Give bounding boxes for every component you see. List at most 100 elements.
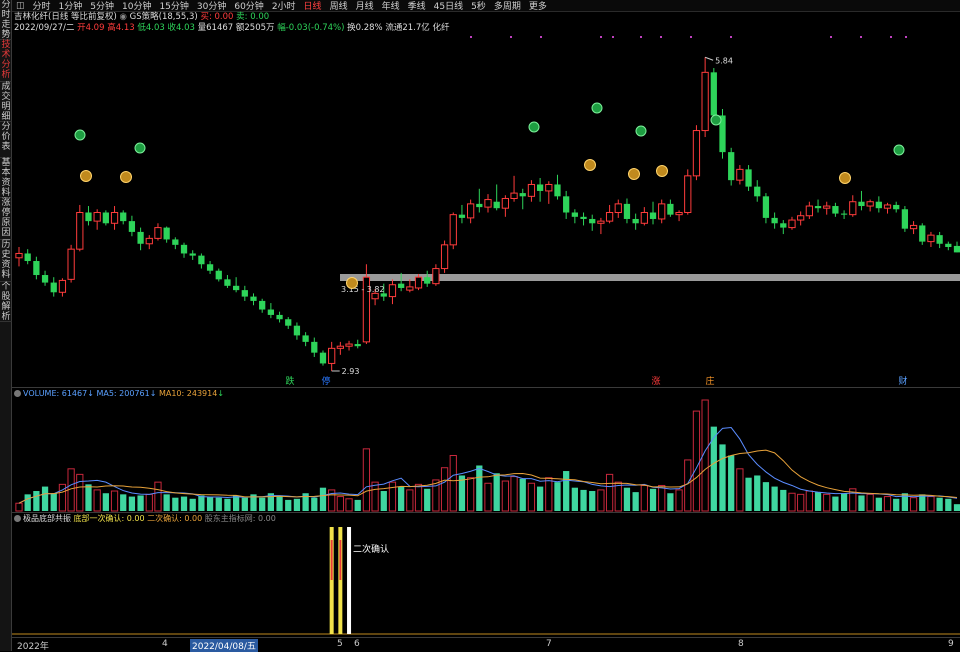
- candle-body: [50, 282, 57, 293]
- period-button[interactable]: 45日线: [430, 0, 467, 12]
- price-header: 吉林化纤(日线 等比前复权) ◉ GS策略(18,55,3) 买: 0.00 卖…: [14, 12, 269, 23]
- candle-body: [614, 203, 622, 213]
- volume-bar: [76, 473, 84, 512]
- volume-bar: [476, 465, 483, 511]
- volume-bar: [545, 477, 553, 512]
- candle-body: [154, 227, 162, 239]
- candle-body: [736, 168, 744, 181]
- candle-body: [623, 203, 631, 219]
- candle-body: [398, 283, 405, 288]
- volume-bar: [945, 498, 952, 511]
- candle-body: [571, 212, 578, 217]
- candle-body: [692, 130, 701, 177]
- candle-body: [883, 204, 892, 209]
- candle-body: [336, 345, 344, 349]
- settings-icon[interactable]: ◉: [120, 12, 127, 22]
- indicator-bar: [347, 527, 352, 634]
- sidebar-tab[interactable]: 成交明细: [0, 82, 12, 122]
- buy-pin-icon: [635, 125, 647, 137]
- period-button[interactable]: 1分钟: [55, 0, 87, 12]
- layout-toggle-icon[interactable]: ◫: [12, 1, 29, 11]
- high-price-label: 5.84: [715, 56, 733, 65]
- candle-body: [476, 203, 483, 208]
- volume-bar: [605, 473, 614, 512]
- candle-body: [953, 245, 960, 253]
- signal-dot: [690, 36, 692, 38]
- volume-bar: [580, 489, 587, 511]
- period-button[interactable]: 周线: [326, 0, 352, 12]
- panel-settings-icon[interactable]: [14, 390, 21, 397]
- sidebar-tab[interactable]: 分价表: [0, 122, 12, 158]
- volume-bar: [137, 495, 144, 511]
- volume-bar: [484, 482, 492, 512]
- period-button[interactable]: 多周期: [490, 0, 525, 12]
- sidebar-tab[interactable]: 技术分析: [0, 40, 12, 82]
- volume-bar: [719, 444, 726, 511]
- volume-bar: [745, 477, 752, 511]
- signal-dot: [640, 36, 642, 38]
- event-badge: 涨: [651, 376, 660, 387]
- sidebar-tab[interactable]: 涨停原因: [0, 198, 12, 240]
- volume-bar: [241, 497, 248, 511]
- volume-bar: [345, 498, 353, 512]
- indicator-name[interactable]: 极品底部共振: [23, 514, 71, 523]
- volume-bar: [536, 486, 544, 511]
- volume-bar: [788, 492, 796, 512]
- volume-bar: [736, 468, 744, 512]
- sidebar-tab[interactable]: 分时走势: [0, 0, 12, 40]
- candle-body: [58, 279, 67, 293]
- candle-body: [484, 199, 492, 208]
- volume-bar: [467, 477, 475, 512]
- period-button[interactable]: 日线: [300, 0, 326, 12]
- candle-body: [449, 214, 457, 246]
- volume-bar: [371, 481, 379, 512]
- volume-bar: [398, 486, 405, 511]
- period-button[interactable]: 5秒: [467, 0, 490, 12]
- candle-body: [745, 169, 752, 187]
- volume-bar: [805, 490, 813, 512]
- strategy-label[interactable]: GS策略(18,55,3): [130, 12, 198, 22]
- period-button[interactable]: 年线: [378, 0, 404, 12]
- candle-body: [684, 175, 692, 213]
- period-button[interactable]: 5分钟: [86, 0, 118, 12]
- signal-dot: [730, 36, 732, 38]
- buy-pin-icon: [710, 114, 722, 126]
- candle-body: [823, 205, 831, 209]
- year-label: 2022年: [17, 642, 49, 652]
- candle-body: [788, 219, 796, 229]
- period-button[interactable]: 10分钟: [118, 0, 155, 12]
- period-button[interactable]: 更多: [525, 0, 551, 12]
- volume-bar: [440, 467, 449, 512]
- buy-pin-icon: [893, 144, 905, 156]
- bottom-confirm-1: 底部一次确认: 0.00: [73, 514, 145, 523]
- period-button[interactable]: 2小时: [268, 0, 300, 12]
- volume-bar: [336, 496, 344, 512]
- candle-body: [24, 253, 31, 262]
- period-button[interactable]: 30分钟: [193, 0, 230, 12]
- period-button[interactable]: 60分钟: [230, 0, 267, 12]
- volume-bar: [919, 494, 926, 511]
- sidebar-tab[interactable]: 历史资料: [0, 240, 12, 282]
- volume-bar: [840, 493, 848, 511]
- candle-body: [919, 225, 926, 242]
- high-value: 高4.13: [107, 23, 135, 33]
- candle-body: [302, 335, 309, 342]
- volume-bar: [710, 426, 717, 511]
- sidebar-tab[interactable]: 个股解析: [0, 282, 12, 322]
- volume-bar: [797, 493, 805, 512]
- period-button[interactable]: 15分钟: [155, 0, 192, 12]
- period-button[interactable]: 月线: [352, 0, 378, 12]
- candle-body: [267, 309, 274, 315]
- month-label: 4: [162, 639, 168, 649]
- indicator-settings-icon[interactable]: [14, 515, 21, 522]
- sidebar-tab[interactable]: 基本资料: [0, 158, 12, 198]
- candle-body: [345, 343, 353, 347]
- period-button[interactable]: 分时: [29, 0, 55, 12]
- chart-canvas[interactable]: 5.842.933.15 - 3.82跌停涨庄财二次确认: [0, 0, 960, 651]
- sell-signal-value: 卖: 0.00: [236, 12, 270, 22]
- volume-bar: [571, 487, 578, 511]
- candle-body: [849, 201, 857, 216]
- signal-dot: [905, 36, 907, 38]
- candle-body: [640, 212, 648, 224]
- period-button[interactable]: 季线: [404, 0, 430, 12]
